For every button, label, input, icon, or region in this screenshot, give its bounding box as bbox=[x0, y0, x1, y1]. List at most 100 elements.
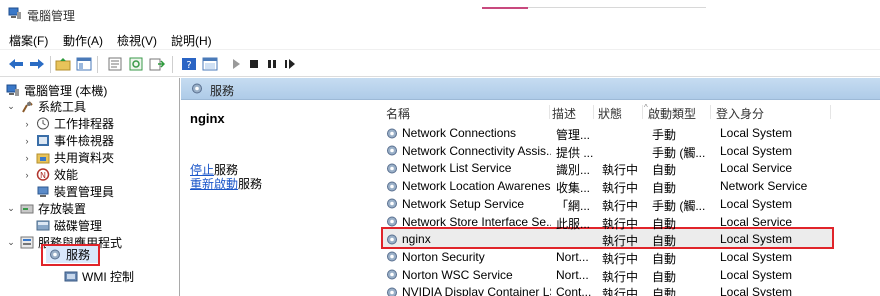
toolbar-separator bbox=[50, 56, 51, 73]
toolbar-separator bbox=[172, 56, 173, 73]
service-name: Norton WSC Service bbox=[385, 268, 551, 282]
service-row[interactable]: Network Store Interface Se... 此服... 執行中 自動 L… bbox=[385, 213, 845, 231]
chevron-right-icon[interactable]: › bbox=[22, 119, 32, 129]
tree-item-disk-management[interactable]: 磁碟管理 bbox=[32, 217, 102, 234]
service-status: 執行中 bbox=[602, 216, 639, 231]
column-divider[interactable] bbox=[593, 105, 594, 119]
disk-management-icon bbox=[36, 219, 50, 232]
service-gear-icon bbox=[385, 197, 399, 210]
service-row[interactable]: Network Connectivity Assis... 提供 ... 手動 (觸… bbox=[385, 142, 845, 160]
chevron-down-icon[interactable]: ⌄ bbox=[6, 203, 16, 214]
chevron-right-icon[interactable]: › bbox=[22, 170, 32, 180]
service-startup-type: 手動 (觸... bbox=[652, 198, 706, 213]
service-logon: Local System bbox=[720, 196, 793, 211]
shared-folder-icon bbox=[36, 151, 50, 164]
service-name: Network Connections bbox=[385, 126, 551, 140]
column-header-startup-type[interactable]: 啟動類型 bbox=[648, 105, 696, 123]
service-row[interactable]: Network List Service 識別... 執行中 自動 Local Serv… bbox=[385, 159, 845, 177]
menu-help[interactable]: 說明(H) bbox=[171, 32, 212, 49]
column-divider[interactable] bbox=[549, 105, 550, 119]
menu-view[interactable]: 檢視(V) bbox=[117, 32, 157, 49]
service-description: 此服... bbox=[556, 216, 591, 231]
service-name: Network Location Awareness bbox=[385, 179, 551, 193]
column-divider[interactable] bbox=[710, 105, 711, 119]
service-status: 執行中 bbox=[602, 198, 639, 213]
restart-icon[interactable] bbox=[282, 56, 298, 72]
service-logon: Local System bbox=[720, 267, 793, 282]
up-folder-icon[interactable] bbox=[55, 56, 71, 72]
column-header-name[interactable]: 名稱 bbox=[386, 105, 410, 123]
column-divider[interactable] bbox=[642, 105, 643, 119]
tree-item-system-tools[interactable]: ⌄ 系統工具 bbox=[6, 98, 86, 115]
pane-header-title: 服務 bbox=[210, 84, 235, 98]
export-icon[interactable] bbox=[149, 56, 165, 72]
service-status: 執行中 bbox=[602, 234, 639, 249]
service-description-pane: nginx 停止服務 重新啟動服務 bbox=[181, 101, 376, 296]
service-row[interactable]: Network Location Awareness 收集... 執行中 自動 Netw… bbox=[385, 177, 845, 195]
tree-item-label: 系統工具 bbox=[38, 100, 87, 114]
service-gear-icon bbox=[385, 286, 399, 296]
service-row[interactable]: Network Connections 管理... 手動 Local System bbox=[385, 124, 845, 142]
column-header-logon[interactable]: 登入身分 bbox=[716, 105, 764, 123]
service-name-text: Network Store Interface Se... bbox=[402, 214, 551, 229]
service-startup-type: 自動 bbox=[652, 234, 677, 249]
menu-action[interactable]: 動作(A) bbox=[63, 32, 103, 49]
tree-item-task-scheduler[interactable]: › 工作排程器 bbox=[22, 115, 115, 132]
restart-service-link[interactable]: 重新啟動 bbox=[190, 177, 238, 191]
help-icon[interactable]: ? bbox=[181, 56, 197, 72]
tree-highlight-box bbox=[41, 244, 100, 266]
stop-icon[interactable] bbox=[246, 56, 262, 72]
tools-icon bbox=[20, 100, 34, 113]
service-row[interactable]: Norton WSC Service Nort... 執行中 自動 Local Syst… bbox=[385, 266, 845, 284]
tree-item-shared-folders[interactable]: › 共用資料夾 bbox=[22, 149, 115, 166]
tree-item-event-viewer[interactable]: › 事件檢視器 bbox=[22, 132, 115, 149]
console-icon[interactable] bbox=[202, 56, 218, 72]
forward-icon[interactable] bbox=[29, 56, 45, 72]
start-icon[interactable] bbox=[228, 56, 244, 72]
title-bar: 電腦管理 bbox=[0, 0, 880, 28]
pane-header: 服務 bbox=[181, 78, 880, 100]
service-gear-icon bbox=[385, 144, 399, 157]
chevron-right-icon[interactable]: › bbox=[22, 153, 32, 163]
performance-icon: N bbox=[36, 168, 50, 181]
wmi-icon bbox=[64, 270, 78, 283]
title-divider bbox=[528, 7, 706, 8]
column-divider[interactable] bbox=[830, 105, 831, 119]
service-status: 執行中 bbox=[602, 287, 639, 296]
refresh-icon[interactable] bbox=[128, 56, 144, 72]
tree-item-device-manager[interactable]: 裝置管理員 bbox=[32, 183, 114, 200]
tree-item-wmi-control[interactable]: WMI 控制 bbox=[60, 268, 134, 285]
tree-item-label: 工作排程器 bbox=[54, 117, 115, 131]
svg-text:N: N bbox=[40, 171, 46, 180]
device-manager-icon bbox=[36, 185, 50, 198]
service-row[interactable]: NVIDIA Display Container LS Cont... 執行中 自動 L… bbox=[385, 283, 845, 296]
service-row[interactable]: nginx 執行中 自動 Local System bbox=[385, 230, 845, 248]
service-name: NVIDIA Display Container LS bbox=[385, 285, 551, 296]
properties-icon[interactable] bbox=[107, 56, 123, 72]
service-row[interactable]: Network Setup Service 「網... 執行中 手動 (觸... Loc… bbox=[385, 195, 845, 213]
show-hide-tree-icon[interactable] bbox=[76, 56, 92, 72]
service-logon: Local Service bbox=[720, 161, 793, 176]
chevron-down-icon[interactable]: ⌄ bbox=[6, 237, 16, 248]
services-gear-icon bbox=[190, 82, 204, 98]
service-logon: Local System bbox=[720, 249, 793, 264]
tree-item-storage[interactable]: ⌄ 存放裝置 bbox=[6, 200, 86, 217]
service-name-text: Network Connections bbox=[402, 126, 517, 140]
column-header-status[interactable]: 狀態 bbox=[598, 105, 622, 123]
tree-root[interactable]: 電腦管理 (本機) bbox=[6, 82, 107, 99]
service-startup-type: 自動 bbox=[652, 216, 677, 231]
service-gear-icon bbox=[385, 127, 399, 140]
tree-item-label: 裝置管理員 bbox=[54, 185, 115, 199]
column-header-description[interactable]: 描述 bbox=[552, 105, 576, 123]
pause-icon[interactable] bbox=[264, 56, 280, 72]
service-logon: Local Service bbox=[720, 214, 793, 229]
service-row[interactable]: Norton Security Nort... 執行中 自動 Local System bbox=[385, 248, 845, 266]
back-icon[interactable] bbox=[8, 56, 24, 72]
chevron-down-icon[interactable]: ⌄ bbox=[6, 101, 16, 112]
tree-item-performance[interactable]: › N 效能 bbox=[22, 166, 79, 183]
chevron-right-icon[interactable]: › bbox=[22, 136, 32, 146]
service-gear-icon bbox=[385, 233, 399, 246]
menu-file[interactable]: 檔案(F) bbox=[9, 32, 48, 49]
menu-bar: 檔案(F) 動作(A) 檢視(V) 說明(H) bbox=[0, 28, 880, 50]
service-description: Cont... bbox=[556, 285, 592, 296]
